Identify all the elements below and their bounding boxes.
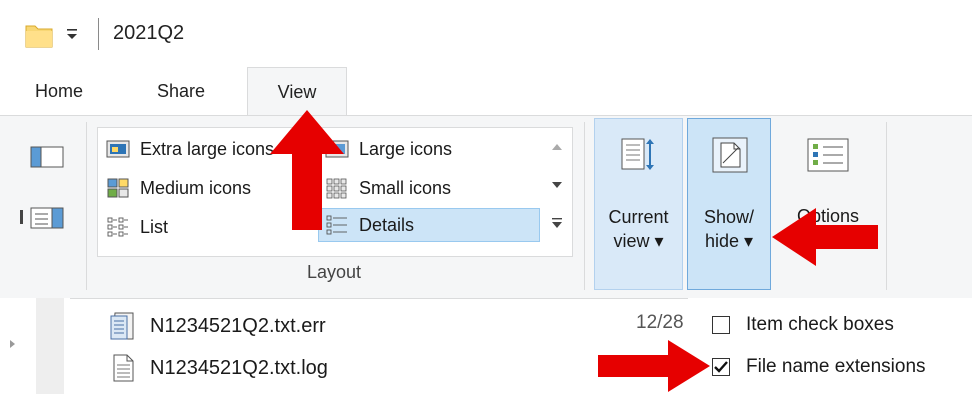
navigation-pane-scrollbar[interactable] xyxy=(36,298,64,394)
layout-group-label: Layout xyxy=(306,262,362,282)
file-row[interactable]: N1234521Q2.txt.err xyxy=(108,308,326,344)
list-icon xyxy=(107,217,128,237)
options-label: Options xyxy=(796,206,860,226)
gallery-scroll-up-icon[interactable] xyxy=(543,128,571,166)
layout-item-label: Medium icons xyxy=(140,177,252,198)
checkmark-icon xyxy=(714,361,728,373)
tab-view[interactable]: View xyxy=(247,67,347,116)
window-title: 2021Q2 xyxy=(113,22,185,44)
option-label: Item check boxes xyxy=(746,314,894,335)
file-name-extensions-checkbox[interactable] xyxy=(712,358,730,376)
quick-access-dropdown-icon[interactable] xyxy=(64,24,80,44)
extra-large-icons-icon xyxy=(106,140,130,158)
file-name: N1234521Q2.txt.err xyxy=(150,314,326,337)
tab-share[interactable]: Share xyxy=(138,67,224,115)
current-view-button[interactable]: Current view ▾ xyxy=(594,118,683,290)
item-check-boxes-option[interactable]: Item check boxes xyxy=(712,309,894,341)
gallery-expand-icon[interactable] xyxy=(543,204,571,242)
layout-details[interactable]: Details xyxy=(318,208,540,242)
file-name-extensions-option[interactable]: File name extensions xyxy=(712,351,926,383)
current-view-label-2: view ▾ xyxy=(613,231,664,251)
layout-item-label: Small icons xyxy=(359,177,452,198)
group-separator xyxy=(86,122,87,290)
group-separator xyxy=(584,122,585,290)
option-label: File name extensions xyxy=(746,356,926,377)
options-icon xyxy=(807,138,849,172)
details-pane-icon[interactable] xyxy=(30,207,64,229)
title-separator xyxy=(98,18,99,50)
gallery-scroll-down-icon[interactable] xyxy=(543,166,571,204)
folder-icon xyxy=(24,20,54,50)
large-icons-icon xyxy=(325,140,349,158)
pane-marker xyxy=(20,210,23,224)
text-file-icon xyxy=(113,354,134,382)
file-date: 12/28 xyxy=(636,312,684,333)
layout-item-label: List xyxy=(140,216,169,237)
layout-extra-large-icons[interactable]: Extra large icons xyxy=(106,132,274,166)
show-hide-label-2: hide ▾ xyxy=(704,231,754,251)
options-button[interactable]: Options xyxy=(780,118,876,290)
medium-icons-icon xyxy=(107,178,129,198)
small-icons-icon xyxy=(326,178,347,199)
layout-item-label: Large icons xyxy=(359,138,453,159)
layout-small-icons[interactable]: Small icons xyxy=(325,171,451,205)
layout-large-icons[interactable]: Large icons xyxy=(325,132,452,166)
gallery-scroll xyxy=(543,128,571,254)
file-row[interactable]: N1234521Q2.txt.log xyxy=(108,350,328,386)
details-icon xyxy=(326,215,347,235)
layout-item-label: Extra large icons xyxy=(140,138,275,159)
show-hide-icon xyxy=(712,137,748,173)
current-view-label-1: Current xyxy=(608,207,669,227)
layout-item-label: Details xyxy=(359,214,415,235)
tab-home[interactable]: Home xyxy=(26,67,92,115)
layout-list[interactable]: List xyxy=(106,210,168,244)
error-file-icon xyxy=(110,312,134,340)
file-name: N1234521Q2.txt.log xyxy=(150,356,328,379)
navigation-pane-icon[interactable] xyxy=(30,146,64,168)
layout-medium-icons[interactable]: Medium icons xyxy=(106,171,251,205)
item-check-boxes-checkbox[interactable] xyxy=(712,316,730,334)
expand-chevron-icon[interactable] xyxy=(10,340,15,348)
group-separator xyxy=(886,122,887,290)
show-hide-button[interactable]: Show/ hide ▾ xyxy=(687,118,771,290)
show-hide-label-1: Show/ xyxy=(703,207,755,227)
current-view-icon xyxy=(621,138,654,170)
